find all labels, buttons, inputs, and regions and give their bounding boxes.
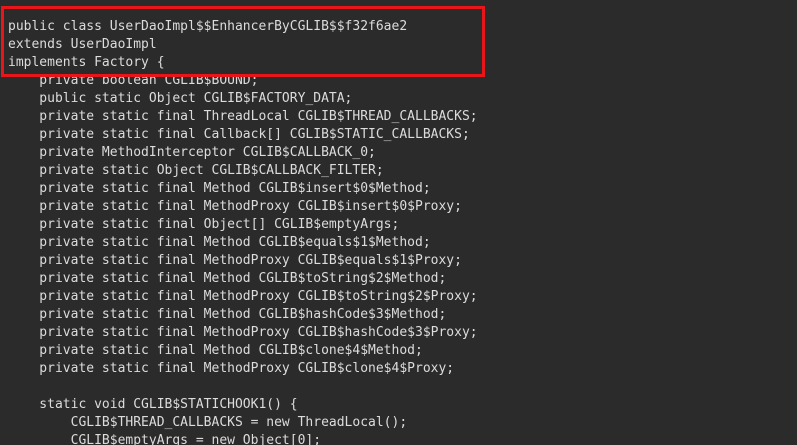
code-line-3: implements Factory { (8, 55, 165, 70)
code-line-1: public class UserDaoImpl$$EnhancerByCGLI… (8, 19, 408, 34)
code-line-15: private static final Method CGLIB$toStri… (8, 271, 447, 286)
code-block: public class UserDaoImpl$$EnhancerByCGLI… (8, 18, 478, 445)
code-line-6: private static final ThreadLocal CGLIB$T… (8, 109, 478, 124)
code-line-4: private boolean CGLIB$BOUND; (8, 73, 259, 88)
code-line-23: CGLIB$THREAD_CALLBACKS = new ThreadLocal… (8, 415, 408, 430)
code-line-24: CGLIB$emptyArgs = new Object[0]; (8, 433, 322, 445)
code-line-13: private static final Method CGLIB$equals… (8, 235, 431, 250)
code-line-11: private static final MethodProxy CGLIB$i… (8, 199, 462, 214)
code-line-17: private static final Method CGLIB$hashCo… (8, 307, 447, 322)
code-line-9: private static Object CGLIB$CALLBACK_FIL… (8, 163, 384, 178)
code-line-18: private static final MethodProxy CGLIB$h… (8, 325, 478, 340)
code-editor[interactable]: public class UserDaoImpl$$EnhancerByCGLI… (0, 0, 797, 445)
code-line-16: private static final MethodProxy CGLIB$t… (8, 289, 478, 304)
code-line-22: static void CGLIB$STATICHOOK1() { (8, 397, 298, 412)
code-line-14: private static final MethodProxy CGLIB$e… (8, 253, 462, 268)
code-line-19: private static final Method CGLIB$clone$… (8, 343, 423, 358)
code-line-2: extends UserDaoImpl (8, 37, 157, 52)
code-line-7: private static final Callback[] CGLIB$ST… (8, 127, 470, 142)
code-line-20: private static final MethodProxy CGLIB$c… (8, 361, 455, 376)
code-line-12: private static final Object[] CGLIB$empt… (8, 217, 400, 232)
code-line-5: public static Object CGLIB$FACTORY_DATA; (8, 91, 353, 106)
code-line-8: private MethodInterceptor CGLIB$CALLBACK… (8, 145, 376, 160)
code-line-10: private static final Method CGLIB$insert… (8, 181, 431, 196)
